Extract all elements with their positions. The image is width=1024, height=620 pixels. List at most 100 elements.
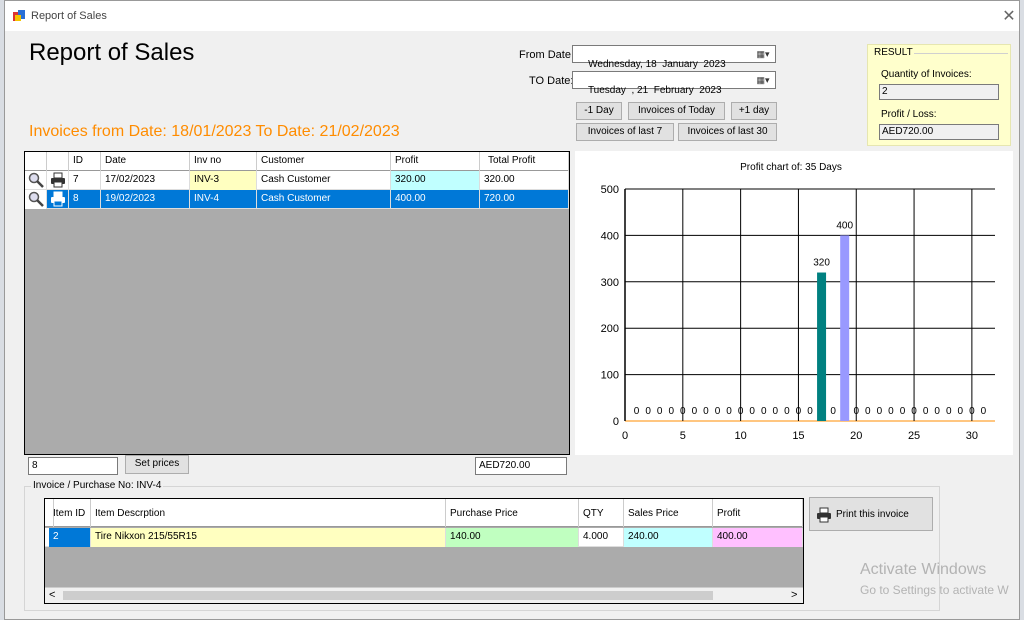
scroll-left-icon[interactable]: < [49,589,55,601]
invoices-last7-button[interactable]: Invoices of last 7 [576,123,674,141]
activate-windows-watermark: Activate Windows [860,561,987,578]
y-tick-label: 200 [601,323,619,335]
from-date-picker[interactable]: Wednesday, 18 January 2023 ▦▾ [572,45,776,70]
zero-data-label: 0 [634,406,640,417]
cell-inv-no: INV-3 [190,171,257,190]
cell-id: 8 [69,190,101,209]
cell-total-profit: 320.00 [480,171,569,190]
zero-data-label: 0 [668,406,674,417]
printer-icon [817,507,831,523]
col-header-total-profit[interactable]: Total Profit [480,152,569,171]
zero-data-label: 0 [645,406,651,417]
header-spacer [47,152,69,171]
table-row[interactable]: 7 17/02/2023 INV-3 Cash Customer 320.00 … [25,171,569,190]
col-header-inv-no[interactable]: Inv no [190,152,257,171]
cell-qty: 4.000 [579,528,624,547]
print-invoice-button[interactable]: Print this invoice [809,497,933,531]
zero-data-label: 0 [830,406,836,417]
zero-data-label: 0 [958,406,964,417]
invoices-grid[interactable]: ID Date Inv no Customer Profit Total Pro… [24,151,570,455]
zero-data-label: 0 [773,406,779,417]
cell-profit: 400.00 [391,190,480,209]
calendar-dropdown-icon[interactable]: ▦▾ [751,46,775,62]
bar-data-label: 400 [836,220,853,231]
col-header-item-profit[interactable]: Profit [713,499,803,527]
x-tick-label: 25 [908,430,920,442]
table-row[interactable]: 2 Tire Nikxon 215/55R15 140.00 4.000 240… [45,528,803,547]
to-date-picker[interactable]: Tuesday , 21 February 2023 ▦▾ [572,71,776,96]
col-header-customer[interactable]: Customer [257,152,391,171]
result-title: RESULT [874,47,913,58]
activate-windows-hint: Go to Settings to activate W [860,583,1009,597]
page-title: Report of Sales [29,39,195,66]
report-window: Report of Sales ✕ Report of Sales Invoic… [4,0,1020,620]
cell-item-desc: Tire Nikxon 215/55R15 [91,528,446,547]
view-search-icon[interactable] [25,171,47,190]
horizontal-scrollbar[interactable]: < > [45,587,803,603]
print-icon[interactable] [47,190,69,209]
cell-customer: Cash Customer [257,171,391,190]
desktop-edge-right [1020,0,1024,620]
set-prices-button[interactable]: Set prices [125,455,189,474]
zero-data-label: 0 [738,406,744,417]
profit-loss-value: AED720.00 [879,124,999,140]
col-header-purchase-price[interactable]: Purchase Price [446,499,579,527]
col-header-id[interactable]: ID [69,152,101,171]
invoice-id-input[interactable]: 8 [28,457,118,475]
to-date-value: Tuesday , 21 February 2023 [587,85,722,96]
x-tick-label: 5 [680,430,686,442]
title-bar[interactable]: Report of Sales ✕ [5,1,1019,31]
bar [817,272,827,421]
y-tick-label: 400 [601,230,619,242]
chart-title: Profit chart of: 35 Days [740,162,842,173]
col-header-sales-price[interactable]: Sales Price [624,499,713,527]
x-tick-label: 10 [735,430,747,442]
invoice-items-grid[interactable]: Item ID Item Descrption Purchase Price Q… [44,498,804,604]
cell-sales-price: 240.00 [624,528,713,547]
cell-item-id: 2 [49,528,91,547]
zero-data-label: 0 [981,406,987,417]
bar [840,235,850,421]
invoices-today-button[interactable]: Invoices of Today [628,102,725,120]
bar-data-label: 320 [813,258,830,269]
col-header-item-id[interactable]: Item ID [49,499,91,527]
col-header-qty[interactable]: QTY [579,499,624,527]
cell-purchase-price: 140.00 [446,528,579,547]
scrollbar-thumb[interactable] [63,591,713,600]
total-profit-box: AED720.00 [475,457,567,475]
plus-day-button[interactable]: +1 day [731,102,777,120]
print-icon[interactable] [47,171,69,190]
zero-data-label: 0 [692,406,698,417]
zero-data-label: 0 [761,406,767,417]
minus-day-button[interactable]: -1 Day [576,102,622,120]
x-tick-label: 20 [850,430,862,442]
quantity-value: 2 [879,84,999,100]
cell-item-profit: 400.00 [713,528,803,547]
cell-id: 7 [69,171,101,190]
scroll-right-icon[interactable]: > [791,589,797,601]
col-header-item-desc[interactable]: Item Descrption [91,499,446,527]
y-tick-label: 100 [601,370,619,382]
cell-total-profit: 720.00 [480,190,569,209]
x-tick-label: 30 [966,430,978,442]
y-tick-label: 300 [601,277,619,289]
calendar-dropdown-icon[interactable]: ▦▾ [751,72,775,88]
profit-loss-label: Profit / Loss: [881,109,937,120]
col-header-date[interactable]: Date [101,152,190,171]
zero-data-label: 0 [680,406,686,417]
view-search-icon[interactable] [25,190,47,209]
zero-data-label: 0 [969,406,975,417]
result-panel: RESULT Quantity of Invoices: 2 Profit / … [867,44,1011,146]
invoices-last30-button[interactable]: Invoices of last 30 [678,123,777,141]
zero-data-label: 0 [946,406,952,417]
table-row-selected[interactable]: 8 19/02/2023 INV-4 Cash Customer 400.00 … [25,190,569,209]
close-icon[interactable]: ✕ [998,7,1020,27]
zero-data-label: 0 [877,406,883,417]
cell-inv-no: INV-4 [190,190,257,209]
zero-data-label: 0 [796,406,802,417]
cell-date: 19/02/2023 [101,190,190,209]
from-date-label: From Date: [519,49,575,61]
invoice-detail-title: Invoice / Purchase No: INV-4 [31,480,164,491]
col-header-profit[interactable]: Profit [391,152,480,171]
x-tick-label: 0 [622,430,628,442]
